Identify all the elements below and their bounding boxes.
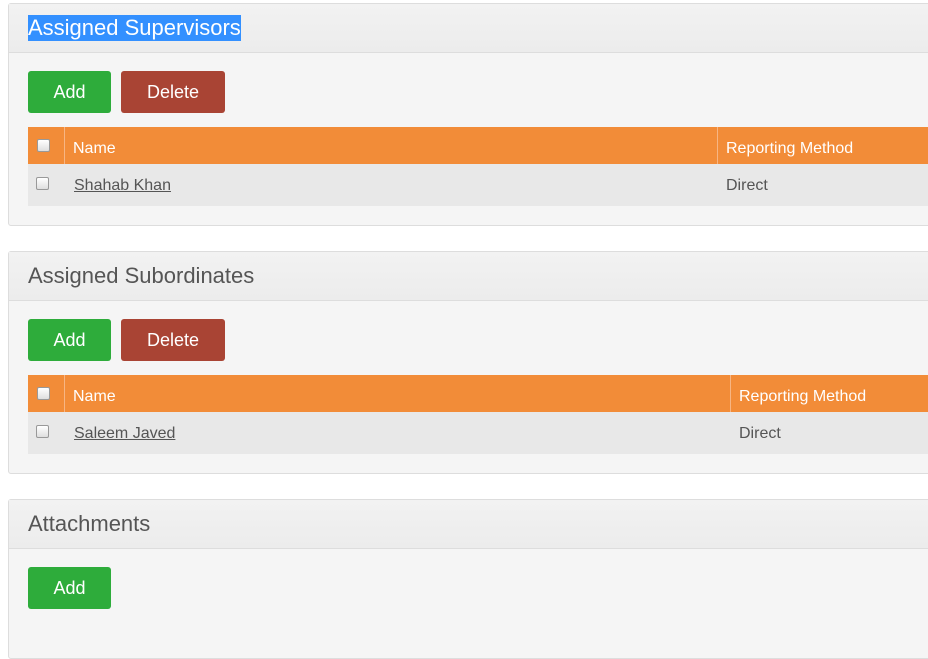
supervisors-method-column-header[interactable]: Reporting Method: [718, 127, 928, 164]
supervisors-add-button[interactable]: Add: [28, 71, 111, 113]
subordinates-panel: Assigned Subordinates Add Delete Name Re…: [8, 251, 928, 474]
supervisors-select-all-checkbox[interactable]: [37, 139, 50, 152]
supervisor-name-link[interactable]: Shahab Khan: [74, 177, 171, 194]
attachments-panel-header: Attachments: [9, 500, 928, 549]
supervisors-name-column-header[interactable]: Name: [65, 127, 718, 164]
subordinates-table-header: Name Reporting Method: [28, 375, 928, 412]
row-checkbox-cell: [28, 164, 65, 206]
row-method-cell: Direct: [726, 177, 768, 194]
table-row: Shahab Khan Direct: [28, 164, 928, 206]
row-checkbox[interactable]: [36, 425, 49, 438]
subordinate-name-link[interactable]: Saleem Javed: [74, 425, 175, 442]
subordinates-name-column-header[interactable]: Name: [65, 375, 731, 412]
row-checkbox[interactable]: [36, 177, 49, 190]
supervisors-delete-button[interactable]: Delete: [121, 71, 225, 113]
supervisors-table: Name Reporting Method Shahab Khan Direct: [28, 127, 928, 206]
subordinates-select-all-cell: [28, 375, 65, 412]
attachments-panel: Attachments Add: [8, 499, 928, 659]
supervisors-select-all-cell: [28, 127, 65, 164]
row-name-cell: Saleem Javed: [65, 412, 731, 454]
subordinates-select-all-checkbox[interactable]: [37, 387, 50, 400]
supervisors-panel: Assigned Supervisors Add Delete Name Rep…: [8, 3, 928, 226]
row-name-cell: Shahab Khan: [65, 164, 718, 206]
table-row: Saleem Javed Direct: [28, 412, 928, 454]
subordinates-method-column-header[interactable]: Reporting Method: [731, 375, 928, 412]
row-checkbox-cell: [28, 412, 65, 454]
supervisors-panel-header: Assigned Supervisors: [9, 4, 928, 53]
subordinates-add-button[interactable]: Add: [28, 319, 111, 361]
row-method-cell: Direct: [739, 425, 781, 442]
supervisors-panel-title: Assigned Supervisors: [28, 15, 241, 41]
attachments-add-button[interactable]: Add: [28, 567, 111, 609]
subordinates-panel-title: Assigned Subordinates: [28, 263, 255, 288]
attachments-panel-title: Attachments: [28, 511, 151, 536]
supervisors-table-header: Name Reporting Method: [28, 127, 928, 164]
subordinates-delete-button[interactable]: Delete: [121, 319, 225, 361]
subordinates-panel-header: Assigned Subordinates: [9, 252, 928, 301]
subordinates-table: Name Reporting Method Saleem Javed Direc…: [28, 375, 928, 454]
